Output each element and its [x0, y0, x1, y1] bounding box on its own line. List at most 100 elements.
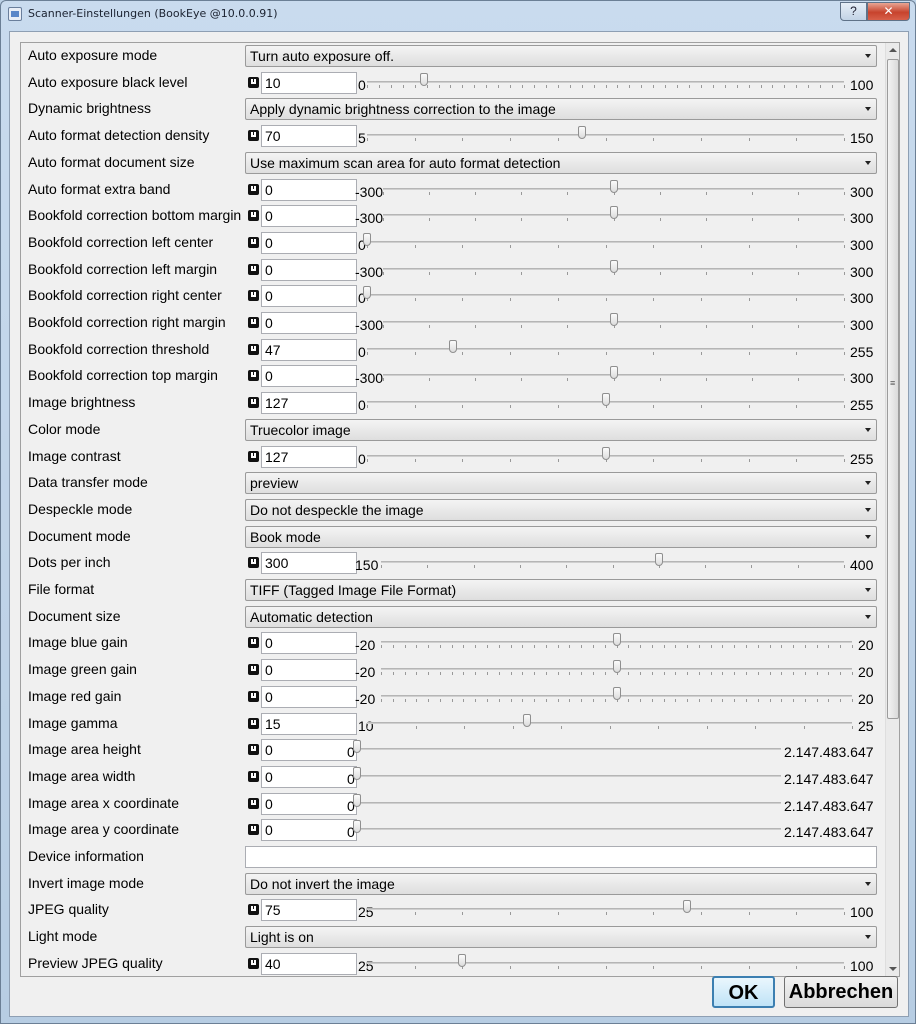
setting-value-input[interactable]: 0 — [261, 258, 357, 281]
spinner-icon[interactable] — [248, 770, 259, 782]
setting-value-input[interactable]: 15 — [261, 712, 357, 735]
slider-thumb[interactable] — [577, 126, 586, 140]
slider-thumb[interactable] — [448, 339, 457, 353]
slider-track[interactable] — [357, 748, 781, 751]
spinner-icon[interactable] — [248, 343, 259, 355]
setting-dropdown[interactable]: TIFF (Tagged Image File Format) — [245, 579, 877, 601]
slider-track[interactable] — [367, 134, 844, 137]
setting-value-input[interactable]: 47 — [261, 338, 357, 361]
spinner-icon[interactable] — [248, 236, 259, 248]
spinner-icon[interactable] — [248, 290, 259, 302]
spinner-icon[interactable] — [248, 450, 259, 462]
setting-dropdown[interactable]: Truecolor image — [245, 418, 877, 441]
slider-thumb[interactable] — [612, 660, 621, 674]
chevron-down-icon[interactable] — [865, 881, 871, 886]
setting-value-input[interactable]: 10 — [261, 71, 357, 94]
slider-track[interactable] — [367, 721, 852, 724]
setting-value-input[interactable]: 0 — [261, 739, 357, 762]
setting-text-field[interactable] — [245, 846, 877, 868]
chevron-down-icon[interactable] — [865, 160, 871, 165]
slider-track[interactable] — [357, 801, 781, 804]
slider-thumb[interactable] — [654, 553, 663, 567]
spinner-icon[interactable] — [248, 744, 259, 756]
slider-thumb[interactable] — [609, 206, 618, 220]
slider-track[interactable] — [367, 294, 844, 297]
slider-track[interactable] — [367, 908, 844, 911]
setting-dropdown[interactable]: Do not despeckle the image — [245, 498, 877, 521]
spinner-icon[interactable] — [248, 690, 259, 702]
slider-thumb[interactable] — [353, 766, 361, 780]
setting-dropdown[interactable]: Use maximum scan area for auto format de… — [245, 151, 877, 174]
chevron-down-icon[interactable] — [865, 107, 871, 112]
vertical-scrollbar[interactable]: ≡ — [885, 43, 899, 976]
spinner-icon[interactable] — [248, 210, 259, 222]
setting-value-input[interactable]: 0 — [261, 205, 357, 228]
setting-value-input[interactable]: 0 — [261, 659, 357, 682]
slider-track[interactable] — [367, 347, 844, 350]
cancel-button[interactable]: Abbrechen — [784, 976, 898, 1008]
setting-value-input[interactable]: 0 — [261, 632, 357, 655]
setting-value-input[interactable]: 0 — [261, 285, 357, 308]
slider-track[interactable] — [357, 774, 781, 777]
setting-dropdown[interactable]: preview — [245, 472, 877, 495]
setting-dropdown[interactable]: Do not invert the image — [245, 872, 877, 895]
close-button[interactable]: ✕ — [867, 2, 910, 21]
slider-thumb[interactable] — [363, 232, 371, 246]
spinner-icon[interactable] — [248, 637, 259, 649]
chevron-down-icon[interactable] — [865, 614, 871, 619]
setting-dropdown[interactable]: Automatic detection — [245, 605, 877, 628]
setting-value-input[interactable]: 127 — [261, 445, 357, 468]
slider-thumb[interactable] — [353, 793, 361, 807]
setting-value-input[interactable]: 0 — [261, 231, 357, 254]
slider-thumb[interactable] — [609, 179, 618, 193]
spinner-icon[interactable] — [248, 183, 259, 195]
spinner-icon[interactable] — [248, 130, 259, 142]
help-button[interactable]: ? — [840, 2, 867, 21]
spinner-icon[interactable] — [248, 370, 259, 382]
chevron-down-icon[interactable] — [865, 935, 871, 940]
setting-value-input[interactable]: 70 — [261, 125, 357, 148]
setting-dropdown[interactable]: Book mode — [245, 525, 877, 548]
spinner-icon[interactable] — [248, 557, 259, 569]
title-bar[interactable]: Scanner-Einstellungen (BookEye @10.0.0.9… — [1, 1, 915, 27]
scroll-down-icon[interactable] — [889, 967, 897, 971]
slider-thumb[interactable] — [609, 313, 618, 326]
spinner-icon[interactable] — [248, 397, 259, 409]
spinner-icon[interactable] — [248, 717, 259, 729]
slider-thumb[interactable] — [420, 72, 429, 86]
slider-thumb[interactable] — [458, 953, 467, 967]
chevron-down-icon[interactable] — [865, 507, 871, 512]
chevron-down-icon[interactable] — [865, 534, 871, 539]
slider-thumb[interactable] — [609, 366, 618, 380]
slider-thumb[interactable] — [363, 286, 371, 300]
scroll-up-icon[interactable] — [889, 48, 897, 52]
setting-value-input[interactable]: 127 — [261, 392, 357, 415]
setting-dropdown[interactable]: Turn auto exposure off. — [245, 45, 877, 67]
chevron-down-icon[interactable] — [865, 427, 871, 432]
setting-value-input[interactable]: 300 — [261, 552, 357, 575]
slider-thumb[interactable] — [612, 686, 621, 700]
spinner-icon[interactable] — [248, 263, 259, 275]
setting-value-input[interactable]: 40 — [261, 952, 357, 975]
setting-value-input[interactable]: 0 — [261, 792, 357, 815]
setting-value-input[interactable]: 0 — [261, 178, 357, 201]
setting-value-input[interactable]: 0 — [261, 312, 357, 334]
setting-value-input[interactable]: 0 — [261, 765, 357, 788]
ok-button[interactable]: OK — [712, 976, 775, 1008]
slider-track[interactable] — [381, 561, 844, 564]
slider-thumb[interactable] — [609, 259, 618, 273]
setting-value-input[interactable]: 0 — [261, 819, 357, 842]
slider-thumb[interactable] — [353, 740, 361, 754]
setting-value-input[interactable]: 0 — [261, 365, 357, 388]
spinner-icon[interactable] — [248, 317, 259, 328]
scrollbar-thumb[interactable]: ≡ — [887, 59, 899, 719]
chevron-down-icon[interactable] — [865, 481, 871, 486]
spinner-icon[interactable] — [248, 797, 259, 809]
slider-thumb[interactable] — [601, 446, 610, 460]
chevron-down-icon[interactable] — [865, 588, 871, 592]
slider-thumb[interactable] — [612, 633, 621, 647]
slider-track[interactable] — [367, 240, 844, 243]
slider-track[interactable] — [357, 828, 781, 831]
chevron-down-icon[interactable] — [865, 54, 871, 58]
spinner-icon[interactable] — [248, 957, 259, 969]
